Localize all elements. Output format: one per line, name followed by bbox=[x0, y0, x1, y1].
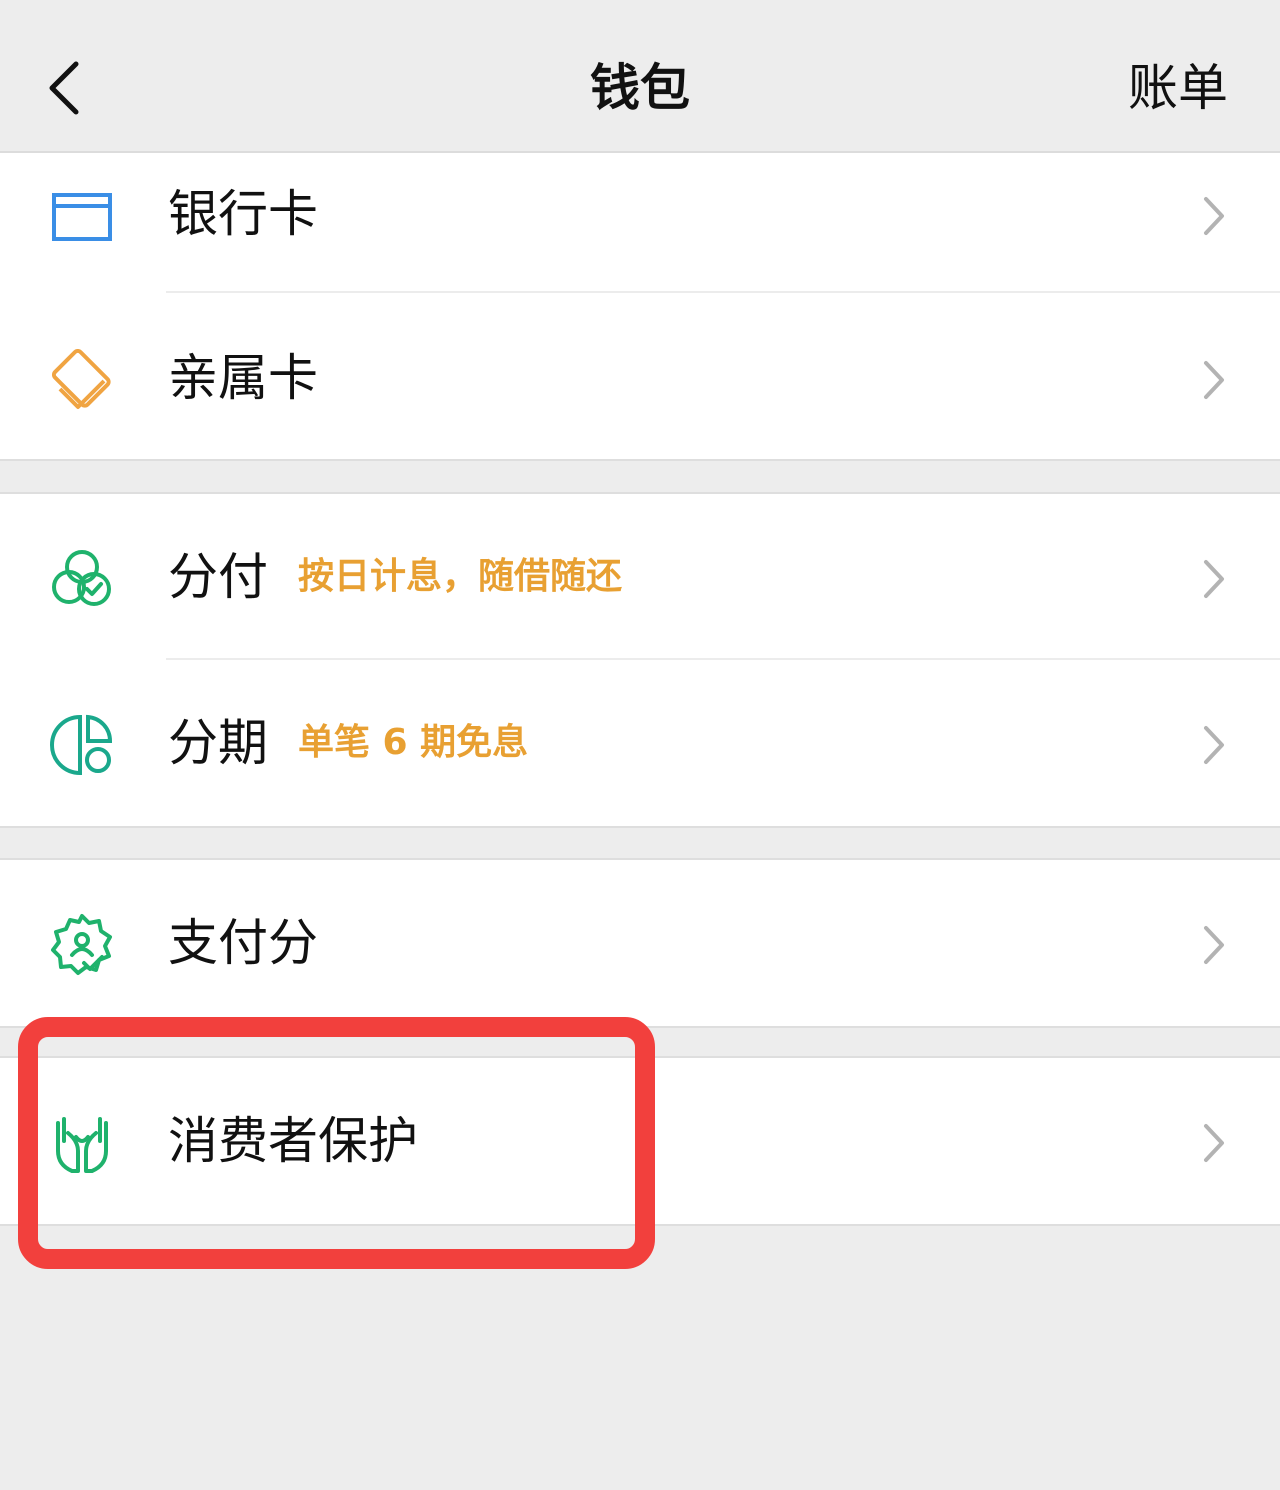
menu-item-bank-card[interactable]: 银行卡 bbox=[0, 153, 1280, 293]
cards-group: 银行卡 亲属卡 bbox=[0, 153, 1280, 461]
promo-text: 按日计息，随借随还 bbox=[298, 556, 623, 597]
menu-item-label: 分期 bbox=[168, 714, 268, 772]
chevron-right-icon bbox=[1204, 361, 1224, 399]
pay-score-badge-icon bbox=[51, 914, 112, 975]
menu-item-pay-score[interactable]: 支付分 bbox=[0, 860, 1280, 1026]
family-card-icon bbox=[51, 349, 111, 409]
menu-item-installment[interactable]: 分期 单笔 6 期免息 bbox=[0, 660, 1280, 826]
protection-group: 消费者保护 bbox=[0, 1056, 1280, 1226]
menu-item-fenfu[interactable]: 分付 按日计息，随借随还 bbox=[0, 494, 1280, 660]
wallet-page: 钱包 账单 银行卡 亲属卡 分付 按日计息，随借随还 分期 单笔 6 期免息 支… bbox=[0, 0, 1280, 1490]
fenfu-icon bbox=[52, 550, 111, 606]
menu-item-label: 支付分 bbox=[168, 914, 318, 972]
menu-item-label: 亲属卡 bbox=[168, 349, 318, 407]
promo-text: 单笔 6 期免息 bbox=[298, 722, 529, 763]
score-group: 支付分 bbox=[0, 858, 1280, 1028]
menu-item-label: 消费者保护 bbox=[168, 1112, 418, 1170]
chevron-right-icon bbox=[1204, 1124, 1224, 1162]
page-title: 钱包 bbox=[590, 59, 690, 117]
menu-item-family-card[interactable]: 亲属卡 bbox=[0, 293, 1280, 459]
chevron-right-icon bbox=[1204, 926, 1224, 964]
menu-item-label: 银行卡 bbox=[168, 185, 318, 243]
bank-card-icon bbox=[52, 193, 112, 241]
installment-icon bbox=[50, 714, 113, 776]
consumer-protection-hands-icon bbox=[56, 1117, 108, 1173]
chevron-right-icon bbox=[1204, 560, 1224, 598]
chevron-right-icon bbox=[1204, 726, 1224, 764]
menu-item-label: 分付 bbox=[168, 548, 268, 606]
chevron-right-icon bbox=[1204, 197, 1224, 235]
top-nav-bar: 钱包 账单 bbox=[0, 0, 1280, 152]
menu-item-consumer-protection[interactable]: 消费者保护 bbox=[0, 1058, 1280, 1224]
bill-button[interactable]: 账单 bbox=[1128, 56, 1228, 120]
credit-group: 分付 按日计息，随借随还 分期 单笔 6 期免息 bbox=[0, 492, 1280, 828]
